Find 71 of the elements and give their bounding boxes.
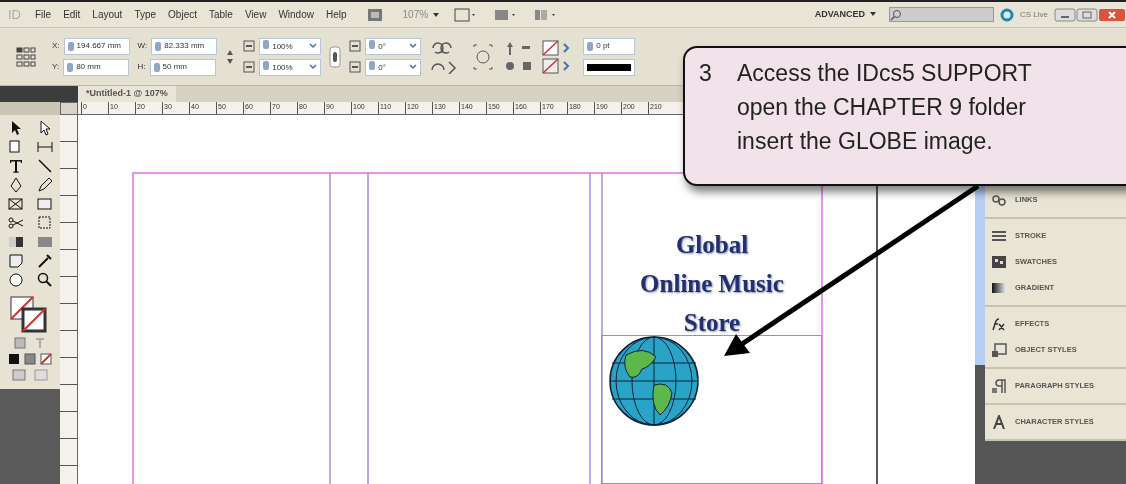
cs-live-label[interactable]: CS Live: [1014, 8, 1054, 21]
field-label: H:: [137, 61, 146, 73]
constrain-proportions-icon[interactable]: [225, 48, 236, 65]
paragraph-styles-icon: [991, 379, 1007, 393]
menu-item[interactable]: Object: [162, 7, 203, 22]
input-field[interactable]: 80 mm: [63, 58, 130, 76]
scale-y-icon: [243, 61, 256, 73]
caret-icon: [409, 42, 418, 50]
pencil-tool-icon[interactable]: [35, 176, 54, 194]
swatches-icon: [991, 255, 1007, 269]
menu-item[interactable]: Edit: [57, 7, 87, 22]
selected-image-frame[interactable]: [601, 335, 822, 484]
menu-item[interactable]: Type: [128, 7, 163, 22]
callout-text: insert the GLOBE image.: [737, 127, 994, 156]
rotation-angle-icon: [349, 40, 362, 52]
input-field[interactable]: 100%: [259, 37, 322, 55]
letter-a-icon: [991, 415, 1007, 429]
menu-item[interactable]: Window: [272, 7, 320, 22]
scale-x-icon: [243, 40, 256, 52]
menu-item[interactable]: Table: [203, 7, 239, 22]
callout-text: open the CHAPTER 9 folder: [737, 93, 1027, 122]
caret-icon: [309, 63, 318, 71]
menu-item[interactable]: File: [29, 7, 58, 22]
reference-point-icon[interactable]: [16, 46, 36, 67]
apply-color-icon[interactable]: [8, 353, 20, 365]
input-field[interactable]: 82.333 mm: [151, 37, 218, 55]
minimize-icon[interactable]: [1054, 7, 1076, 22]
links-icon: [991, 193, 1007, 207]
input-field[interactable]: 50 mm: [149, 58, 216, 76]
input-field[interactable]: 0°: [365, 37, 422, 55]
chain-link-icon[interactable]: [329, 45, 342, 68]
rectangle-frame-tool-icon[interactable]: [6, 195, 25, 213]
input-field[interactable]: 194.667 mm: [63, 37, 130, 55]
caret-icon: [309, 42, 318, 50]
gradient-icon: [991, 281, 1007, 295]
free-transform-tool-icon[interactable]: [35, 214, 54, 232]
tools-panel-grip[interactable]: [0, 102, 60, 115]
shear-angle-icon: [349, 61, 362, 73]
step-number: 3: [699, 59, 713, 88]
ruler-origin[interactable]: [60, 102, 78, 115]
document-tab[interactable]: *Untitled-1 @ 107%: [78, 86, 176, 102]
scissors-tool-icon[interactable]: [6, 214, 25, 232]
close-icon[interactable]: [1098, 7, 1126, 22]
apply-none-icon[interactable]: [40, 353, 52, 365]
search-field[interactable]: [889, 7, 994, 22]
rectangle-tool-icon[interactable]: [35, 195, 54, 213]
apply-gradient-icon[interactable]: [24, 353, 36, 365]
fx-icon: [991, 317, 1007, 331]
zoom-tool-icon[interactable]: [35, 271, 54, 289]
line-tool-icon[interactable]: [35, 157, 54, 175]
menu-item[interactable]: View: [238, 7, 273, 22]
workspace-dropdown[interactable]: ADVANCED: [808, 7, 883, 22]
menu-item[interactable]: Help: [319, 7, 353, 22]
callout-text: Access the IDcs5 SUPPORT: [737, 59, 1032, 88]
heading-text: Store: [682, 308, 742, 338]
heading-text: Online Music: [639, 269, 785, 299]
search-icon: [890, 8, 902, 21]
menu-item[interactable]: Layout: [86, 7, 129, 22]
input-field[interactable]: 0 pt: [583, 37, 636, 55]
stroke-icon: [991, 229, 1007, 243]
heading-text: Global: [674, 230, 750, 260]
field-label: Y:: [52, 61, 60, 73]
cs-live-icon[interactable]: [1000, 7, 1014, 22]
input-field[interactable]: 0°: [365, 58, 422, 76]
object-styles-icon: [991, 343, 1007, 357]
field-label: X:: [52, 40, 60, 52]
field-label: W:: [137, 40, 148, 52]
note-tool-icon[interactable]: [6, 252, 25, 270]
stroke-type-icon[interactable]: [583, 58, 636, 76]
caret-icon: [409, 63, 418, 71]
input-field[interactable]: 100%: [259, 58, 322, 76]
